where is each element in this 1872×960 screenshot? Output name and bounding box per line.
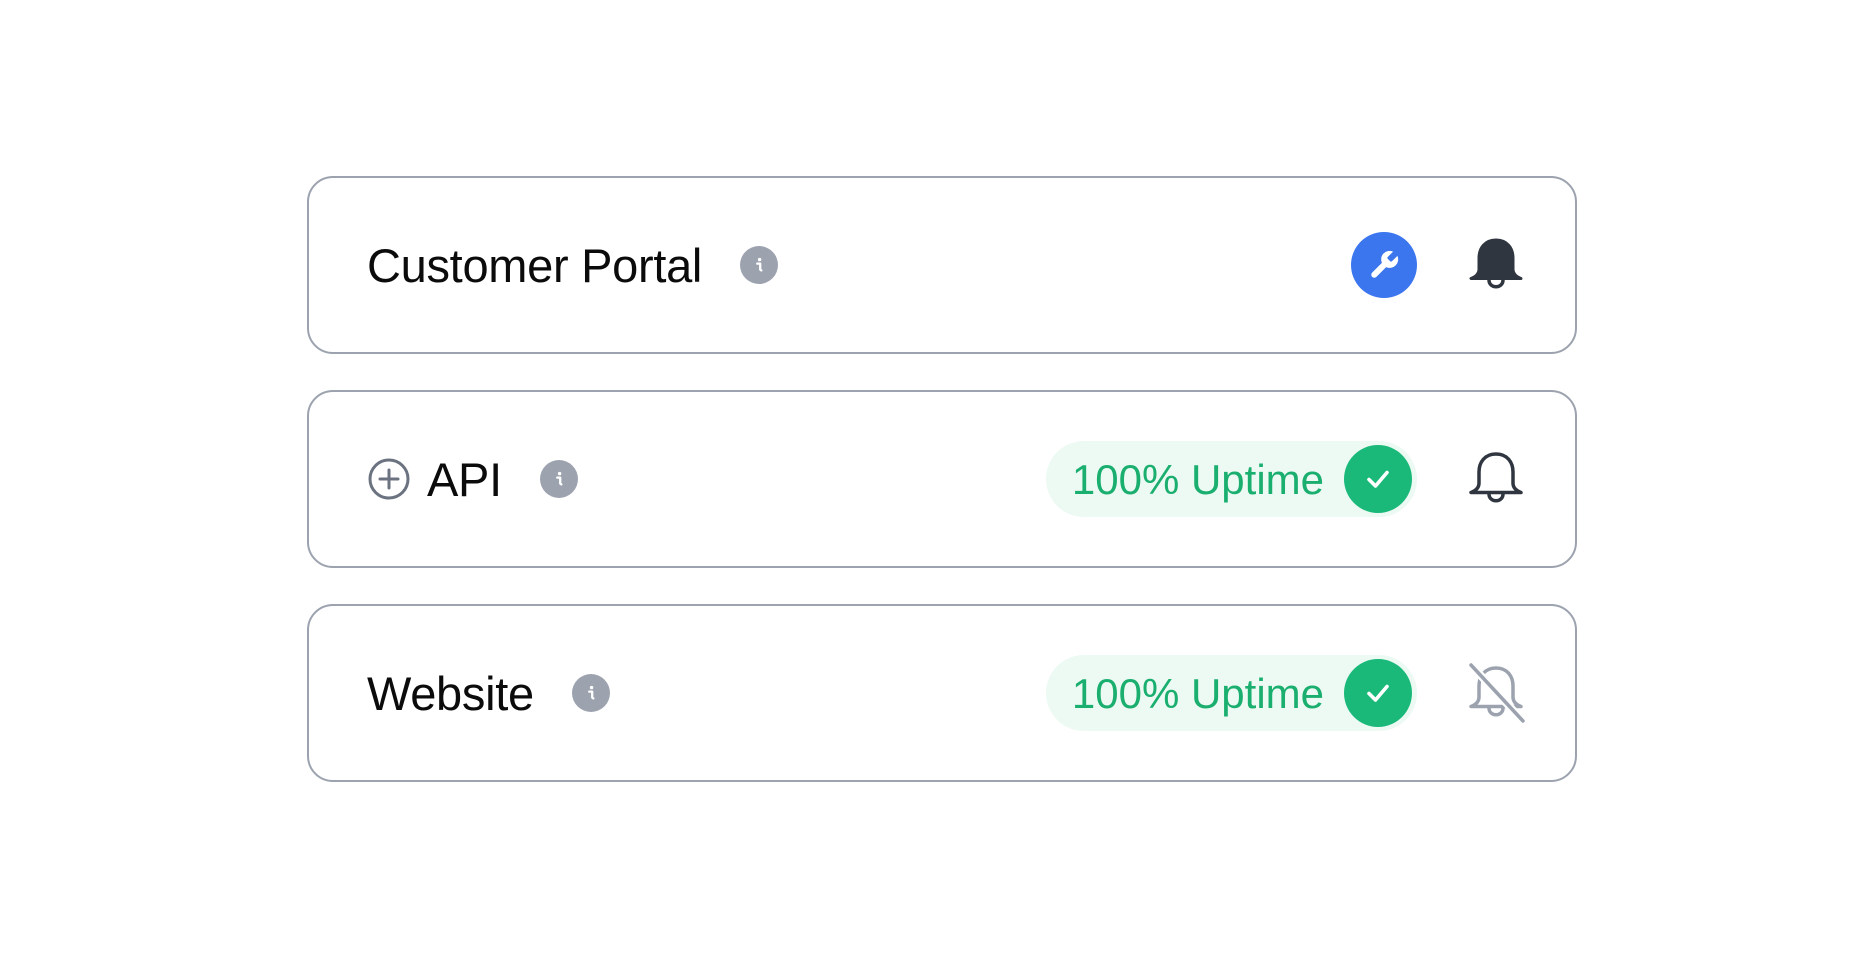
uptime-badge[interactable]: 100% Uptime (1045, 655, 1417, 731)
uptime-label: 100% Uptime (1071, 456, 1324, 503)
info-icon[interactable] (740, 246, 779, 284)
notification-toggle[interactable] (1465, 448, 1527, 510)
check-icon (1367, 684, 1389, 702)
service-card-website: Website 100% Uptime (307, 604, 1577, 782)
bell-filled-icon (1469, 238, 1523, 289)
notification-toggle[interactable] (1465, 234, 1527, 296)
operational-status (1344, 659, 1412, 727)
service-actions: 100% Uptime (1045, 606, 1527, 780)
notification-toggle[interactable] (1465, 662, 1527, 724)
service-actions (1351, 178, 1527, 352)
operational-status (1344, 445, 1412, 513)
service-actions: 100% Uptime (1045, 392, 1527, 566)
service-name: API (427, 452, 502, 506)
uptime-label: 100% Uptime (1071, 670, 1324, 717)
service-header: API (367, 392, 578, 566)
service-card-customer-portal: Customer Portal (307, 176, 1577, 354)
service-header: Website (367, 606, 610, 780)
service-name: Website (367, 666, 534, 720)
bell-off-icon (1467, 662, 1525, 724)
check-icon (1367, 470, 1389, 488)
service-card-api: API 100% Uptime (307, 390, 1577, 568)
wrench-icon (1371, 250, 1399, 278)
service-list: Customer Portal API 100% Uptime Website … (307, 176, 1577, 782)
plus-circle-icon[interactable] (367, 457, 411, 501)
uptime-badge[interactable]: 100% Uptime (1045, 441, 1417, 517)
maintenance-status-button[interactable] (1351, 232, 1417, 298)
info-icon[interactable] (539, 460, 578, 498)
service-header: Customer Portal (367, 178, 779, 352)
service-name: Customer Portal (367, 238, 703, 292)
bell-outline-icon (1469, 452, 1523, 503)
info-icon[interactable] (571, 674, 610, 712)
